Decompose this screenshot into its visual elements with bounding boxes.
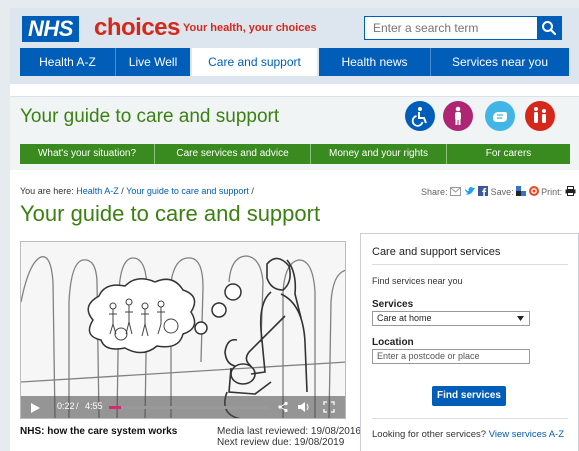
- nav-live-well[interactable]: Live Well: [116, 48, 190, 76]
- carer-glyph: [534, 107, 546, 123]
- hero-title: Your guide to care and support: [20, 106, 280, 127]
- subnav-care-services[interactable]: Care services and advice: [155, 144, 310, 164]
- search-box: [364, 16, 562, 40]
- person-glyph: [455, 106, 461, 125]
- video-duration: 4:55: [85, 401, 103, 411]
- video-caption: NHS: how the care system works: [20, 426, 178, 437]
- print-icon[interactable]: [565, 186, 576, 196]
- other-services-text: Looking for other services? View service…: [372, 429, 564, 440]
- volume-icon[interactable]: [297, 401, 311, 413]
- services-select[interactable]: Care at home: [372, 311, 530, 326]
- services-label: Services: [372, 299, 414, 310]
- facebook-icon[interactable]: [478, 186, 489, 196]
- share-label: Share:: [421, 187, 448, 197]
- find-services-button[interactable]: Find services: [432, 386, 506, 406]
- nav-care-and-support[interactable]: Care and support: [192, 48, 317, 76]
- fullscreen-icon[interactable]: [323, 401, 335, 413]
- breadcrumb-separator: /: [251, 186, 254, 196]
- print-label: Print:: [541, 187, 563, 197]
- site-header: NHS choices Your health, your choices He…: [10, 8, 579, 84]
- media-last-reviewed: Media last reviewed: 19/08/2016: [217, 426, 361, 437]
- video-illustration: [21, 255, 345, 418]
- subnav-money-rights[interactable]: Money and your rights: [311, 144, 446, 164]
- breadcrumb: You are here: Health A-Z / Your guide to…: [20, 186, 254, 196]
- nav-health-a-z[interactable]: Health A-Z: [20, 48, 115, 76]
- share-video-icon[interactable]: [277, 401, 289, 413]
- breadcrumb-link-care-guide[interactable]: Your guide to care and support: [126, 186, 249, 196]
- share-bar: Share: Save: Print:: [421, 186, 576, 197]
- search-button[interactable]: [537, 17, 561, 39]
- media-next-review: Next review due: 19/08/2019: [217, 437, 345, 448]
- nav-health-news[interactable]: Health news: [319, 48, 430, 76]
- subnav-situation[interactable]: What's your situation?: [20, 144, 154, 164]
- video-current-time: 0:22: [57, 401, 75, 411]
- services-selected-value: Care at home: [377, 313, 432, 323]
- sign-language-icon[interactable]: [485, 101, 515, 131]
- person-icon[interactable]: [443, 101, 473, 131]
- breadcrumb-link-health-a-z[interactable]: Health A-Z: [76, 186, 119, 196]
- email-icon[interactable]: [450, 187, 462, 196]
- care-subnav: What's your situation? Care services and…: [20, 144, 570, 164]
- carer-icon[interactable]: [525, 101, 555, 131]
- wheelchair-glyph: [411, 107, 427, 127]
- stumbleupon-icon[interactable]: [528, 186, 539, 196]
- wheelchair-icon[interactable]: [405, 101, 435, 131]
- location-input[interactable]: Enter a postcode or place: [372, 349, 530, 364]
- media-review-dates: Media last reviewed: 19/08/2016 Next rev…: [217, 426, 361, 448]
- nhs-logo[interactable]: NHS: [22, 16, 79, 42]
- video-progress-fill: [109, 406, 121, 409]
- other-services-question: Looking for other services?: [372, 429, 487, 440]
- tagline: Your health, your choices: [183, 22, 317, 34]
- nav-services-near-you[interactable]: Services near you: [431, 48, 569, 76]
- video-time-divider: /: [76, 401, 79, 411]
- play-icon[interactable]: [29, 402, 41, 414]
- location-label: Location: [372, 337, 414, 348]
- sign-language-glyph: [493, 112, 507, 122]
- video-player[interactable]: 0:22 / 4:55: [20, 241, 346, 419]
- find-near-you-label: Find services near you: [372, 276, 463, 286]
- view-services-a-z-link[interactable]: View services A-Z: [489, 429, 564, 440]
- breadcrumb-separator: /: [121, 186, 124, 196]
- page: NHS choices Your health, your choices He…: [10, 8, 579, 451]
- breadcrumb-prefix: You are here:: [20, 186, 74, 196]
- search-icon: [542, 21, 557, 36]
- save-label: Save:: [490, 187, 514, 197]
- page-title: Your guide to care and support: [20, 201, 321, 226]
- video-progress-track[interactable]: [109, 406, 269, 409]
- delicious-icon[interactable]: [516, 186, 527, 196]
- search-input[interactable]: [365, 17, 537, 39]
- panel-divider: [372, 418, 568, 419]
- video-controls: 0:22 / 4:55: [21, 396, 345, 418]
- subnav-for-carers[interactable]: For carers: [447, 144, 570, 164]
- care-hero: Your guide to care and support What's yo…: [10, 96, 579, 170]
- panel-divider: [372, 264, 568, 265]
- services-panel: Care and support services Find services …: [360, 233, 579, 451]
- services-panel-title: Care and support services: [372, 246, 501, 258]
- choices-brand[interactable]: choices: [94, 13, 180, 43]
- twitter-icon[interactable]: [464, 186, 476, 196]
- chevron-down-icon: [517, 316, 524, 321]
- main-nav: Health A-Z Live Well Care and support He…: [20, 48, 569, 76]
